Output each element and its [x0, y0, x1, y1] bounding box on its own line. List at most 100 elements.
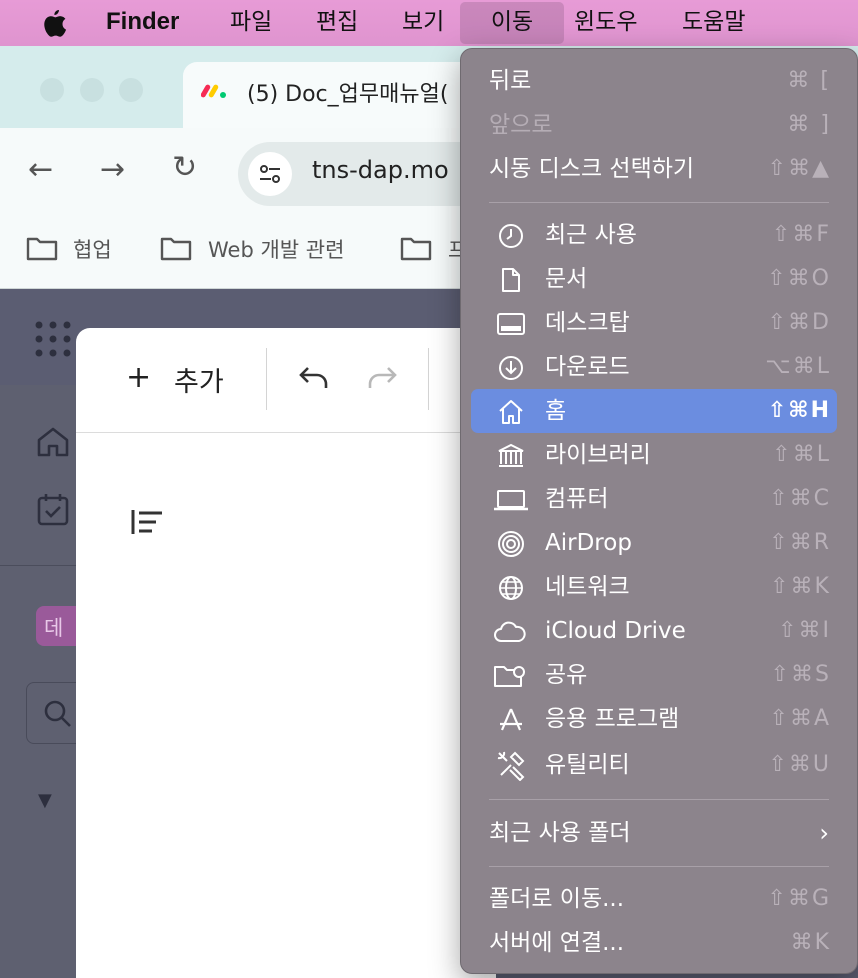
- menu-item-recent-folders[interactable]: 최근 사용 폴더 ›: [461, 811, 857, 855]
- workspace-badge-text: 데: [44, 616, 64, 640]
- undo-icon[interactable]: [298, 364, 330, 392]
- redo-icon[interactable]: [366, 364, 398, 392]
- menu-item-label: 유틸리티: [545, 752, 630, 778]
- menu-item-recents[interactable]: 최근 사용 ⇧⌘F: [461, 213, 857, 257]
- calendar-check-icon[interactable]: [36, 492, 70, 528]
- menu-item-label: 라이브러리: [545, 442, 651, 468]
- menu-item-shortcut: ⌘ ]: [787, 112, 831, 137]
- folder-icon: [400, 237, 432, 261]
- menu-item-shortcut: ⇧⌘D: [767, 310, 831, 335]
- menu-item-shortcut: ⌘ [: [787, 68, 831, 93]
- workspace-badge[interactable]: 데: [36, 606, 76, 646]
- search-icon: [44, 700, 71, 727]
- menu-item-label: 문서: [545, 266, 588, 292]
- cloud-icon: [493, 618, 527, 646]
- menu-item-library[interactable]: 라이브러리 ⇧⌘L: [461, 433, 857, 477]
- utilities-icon: [495, 749, 527, 782]
- menu-item-desktop[interactable]: 데스크탑 ⇧⌘D: [461, 301, 857, 345]
- document-panel: [76, 328, 496, 978]
- menu-item-home[interactable]: 홈 ⇧⌘H: [461, 389, 857, 433]
- menu-go[interactable]: 이동: [460, 2, 564, 44]
- clock-icon: [497, 222, 525, 250]
- menu-item-connect-server[interactable]: 서버에 연결... ⌘K: [461, 921, 857, 965]
- menu-item-label: 앞으로: [489, 112, 553, 138]
- home-icon: [497, 398, 525, 426]
- menu-item-startup-disk[interactable]: 시동 디스크 선택하기 ⇧⌘▲: [461, 147, 857, 191]
- menu-item-network[interactable]: 네트워크 ⇧⌘K: [461, 565, 857, 609]
- menu-file[interactable]: 파일: [230, 0, 272, 46]
- menu-separator: [489, 799, 829, 800]
- menu-item-label: 응용 프로그램: [545, 706, 680, 732]
- window-zoom-dot[interactable]: [119, 78, 143, 102]
- network-icon: [497, 574, 525, 602]
- monday-logo-icon: [201, 84, 226, 98]
- menu-item-shortcut: ⇧⌘F: [771, 222, 831, 247]
- menu-item-label: 공유: [545, 662, 588, 688]
- home-nav-icon[interactable]: [36, 426, 70, 458]
- apple-logo-icon[interactable]: [38, 7, 68, 39]
- site-settings-icon[interactable]: [248, 152, 292, 196]
- menu-item-shared[interactable]: 공유 ⇧⌘S: [461, 653, 857, 697]
- menu-item-label: 네트워크: [545, 574, 630, 600]
- menu-item-shortcut: ⌥⌘L: [765, 354, 831, 379]
- window-minimize-dot[interactable]: [80, 78, 104, 102]
- menu-view[interactable]: 보기: [402, 0, 444, 46]
- menu-item-applications[interactable]: 응용 프로그램 ⇧⌘A: [461, 697, 857, 741]
- menu-item-documents[interactable]: 문서 ⇧⌘O: [461, 257, 857, 301]
- applications-icon: [497, 706, 525, 734]
- text-align-icon[interactable]: [130, 508, 164, 536]
- browser-tab[interactable]: (5) Doc_업무매뉴얼(: [183, 62, 483, 128]
- menu-item-label: 다운로드: [545, 354, 630, 380]
- menu-item-airdrop[interactable]: AirDrop ⇧⌘R: [461, 521, 857, 565]
- menu-item-downloads[interactable]: 다운로드 ⌥⌘L: [461, 345, 857, 389]
- document-icon: [497, 266, 525, 294]
- bookmark-label: Web 개발 관련: [208, 238, 345, 262]
- menu-item-icloud[interactable]: iCloud Drive ⇧⌘I: [461, 609, 857, 653]
- menu-item-back[interactable]: 뒤로 ⌘ [: [461, 59, 857, 103]
- menu-item-shortcut: ⇧⌘O: [767, 266, 831, 291]
- menu-item-label: 시동 디스크 선택하기: [489, 156, 695, 182]
- add-button[interactable]: 추가: [174, 360, 224, 399]
- menu-bar: Finder 파일 편집 보기 이동 윈도우 도움말: [0, 0, 858, 46]
- menu-window[interactable]: 윈도우: [574, 0, 637, 46]
- menu-item-shortcut: ⇧⌘S: [770, 662, 831, 687]
- menu-item-shortcut: ⇧⌘G: [767, 886, 831, 911]
- menu-item-label: 뒤로: [489, 68, 532, 94]
- menu-item-label: iCloud Drive: [545, 618, 686, 644]
- app-grid-icon[interactable]: [34, 320, 72, 358]
- menu-item-label: 컴퓨터: [545, 486, 609, 512]
- menu-separator: [489, 866, 829, 867]
- menu-edit[interactable]: 편집: [316, 0, 358, 46]
- toolbar-divider: [266, 348, 267, 410]
- bookmark-label: 협업: [73, 238, 112, 262]
- url-text[interactable]: tns-dap.mo: [312, 156, 449, 184]
- window-close-dot[interactable]: [40, 78, 64, 102]
- chevron-right-icon: ›: [819, 819, 831, 847]
- doc-toolbar-border: [76, 432, 496, 433]
- menu-item-label: 데스크탑: [545, 310, 630, 336]
- menu-item-computer[interactable]: 컴퓨터 ⇧⌘C: [461, 477, 857, 521]
- menu-item-shortcut: ⇧⌘C: [769, 486, 831, 511]
- reload-icon[interactable]: ↻: [172, 150, 197, 185]
- menu-item-label: 최근 사용: [545, 222, 637, 248]
- menu-item-shortcut: ⌘K: [790, 930, 831, 955]
- menu-separator: [489, 202, 829, 203]
- menu-item-shortcut: ⇧⌘I: [778, 618, 831, 643]
- menu-item-utilities[interactable]: 유틸리티 ⇧⌘U: [461, 743, 857, 787]
- back-arrow-icon[interactable]: ←: [28, 152, 53, 187]
- desktop-icon: [497, 310, 525, 338]
- caret-down-icon[interactable]: ▼: [38, 790, 52, 811]
- laptop-icon: [493, 486, 529, 514]
- folder-icon: [26, 237, 58, 261]
- menu-help[interactable]: 도움말: [682, 0, 745, 46]
- menu-item-shortcut: ⇧⌘R: [769, 530, 831, 555]
- menu-app-finder[interactable]: Finder: [106, 0, 179, 46]
- menu-item-go-to-folder[interactable]: 폴더로 이동... ⇧⌘G: [461, 877, 857, 921]
- forward-arrow-icon[interactable]: →: [100, 152, 125, 187]
- menu-item-label: 홈: [545, 398, 567, 424]
- plus-icon[interactable]: +: [126, 360, 151, 395]
- toolbar-divider: [428, 348, 429, 410]
- airdrop-icon: [497, 530, 525, 558]
- menu-item-forward: 앞으로 ⌘ ]: [461, 103, 857, 147]
- menu-item-label: 서버에 연결...: [489, 930, 625, 956]
